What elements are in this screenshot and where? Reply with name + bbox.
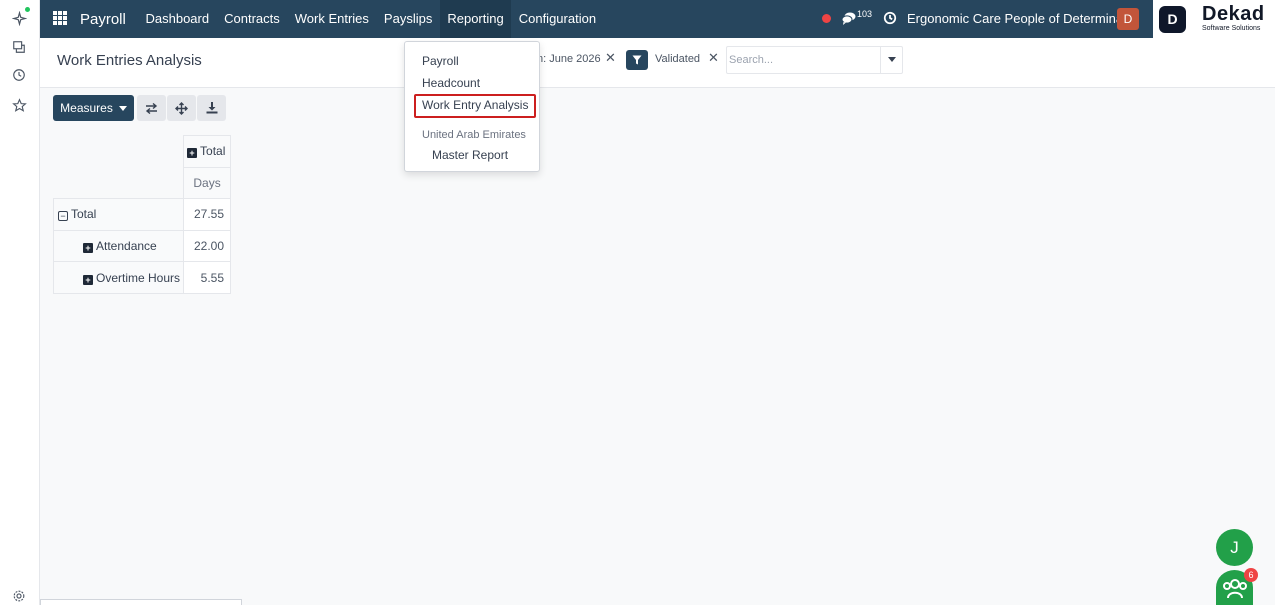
chat-bubble-user[interactable]: J <box>1216 529 1253 566</box>
pivot-row-attendance[interactable]: + Attendance <box>52 229 185 263</box>
menu-dashboard[interactable]: Dashboard <box>138 0 217 38</box>
app-name[interactable]: Payroll <box>80 11 126 28</box>
recording-dot-icon[interactable] <box>822 14 831 23</box>
menu-contracts[interactable]: Contracts <box>217 0 288 38</box>
date-facet: n: June 2026 <box>537 53 601 65</box>
menu-work-entries[interactable]: Work Entries <box>287 0 376 38</box>
app-grid-icon[interactable] <box>53 11 67 25</box>
remove-date-facet-icon[interactable]: ✕ <box>605 50 616 66</box>
row-label: Overtime Hours <box>96 270 181 285</box>
attendance-value-cell[interactable]: 22.00 <box>183 229 232 263</box>
measures-button[interactable]: Measures <box>53 95 134 121</box>
remove-validated-facet-icon[interactable]: ✕ <box>708 50 719 66</box>
expand-plus-icon: + <box>187 148 198 159</box>
chat-count-badge: 103 <box>857 9 873 19</box>
validated-facet: Validated <box>655 53 701 65</box>
row-label: Attendance <box>96 239 157 254</box>
download-button[interactable] <box>197 95 226 121</box>
control-panel: Work Entries Analysis n: June 2026 ✕ Val… <box>40 38 1275 88</box>
menu-payslips[interactable]: Payslips <box>376 0 439 38</box>
inbox-icon[interactable] <box>10 38 28 56</box>
reporting-dropdown: Payroll Headcount Work Entry Analysis Un… <box>404 41 540 172</box>
search-input[interactable] <box>729 48 879 72</box>
search-options-toggle[interactable] <box>880 46 903 74</box>
user-avatar[interactable]: D <box>1117 8 1139 30</box>
col-header-label: Total <box>200 144 226 159</box>
left-rail <box>0 0 40 605</box>
company-switcher[interactable]: Ergonomic Care People of Determina... <box>907 11 1134 26</box>
measure-header[interactable]: Days <box>183 166 232 200</box>
menu-reporting[interactable]: Reporting <box>439 0 512 38</box>
flip-axis-icon <box>145 102 158 114</box>
pivot-table: + Total Days − Total 27.55 + Attendance 22.… <box>52 135 232 294</box>
collapse-minus-icon: − <box>58 211 68 222</box>
pivot-row-total[interactable]: − Total <box>52 198 185 231</box>
brand-mark-icon: D <box>1159 6 1186 33</box>
row-total-label: Total <box>71 207 97 222</box>
main-menu: Dashboard Contracts Work Entries Payslip… <box>138 0 604 38</box>
flip-axis-button[interactable] <box>137 95 166 121</box>
caret-down-icon <box>118 105 127 111</box>
team-icon <box>1222 578 1247 598</box>
online-dot <box>25 7 30 12</box>
brand-name: Dekad <box>1202 3 1265 25</box>
brand-tagline: Software Solutions <box>1202 25 1261 32</box>
activity-clock-icon[interactable] <box>883 11 897 25</box>
team-chat-badge: 6 <box>1244 568 1258 582</box>
expand-all-button[interactable] <box>167 95 196 121</box>
expand-plus-icon: + <box>83 274 93 285</box>
star-icon[interactable] <box>10 96 28 114</box>
measures-label: Measures <box>60 101 113 115</box>
brand-logo: D Dekad Software Solutions <box>1153 0 1275 38</box>
menu-configuration[interactable]: Configuration <box>511 0 603 38</box>
settings-gear-icon[interactable] <box>10 587 28 605</box>
download-icon <box>206 102 217 114</box>
chat-icon[interactable] <box>841 10 857 26</box>
page-title: Work Entries Analysis <box>57 52 202 69</box>
overtime-value-cell[interactable]: 5.55 <box>183 261 232 294</box>
bottom-notification-strip <box>40 599 242 605</box>
top-navbar: Payroll Dashboard Contracts Work Entries… <box>40 0 1275 38</box>
history-icon[interactable] <box>10 66 28 84</box>
expand-all-icon <box>175 101 188 115</box>
dropdown-item-payroll[interactable]: Payroll <box>422 54 459 68</box>
pivot-col-header[interactable]: + Total <box>183 135 232 168</box>
dropdown-item-master-report[interactable]: Master Report <box>432 148 508 162</box>
dropdown-item-work-entry-analysis[interactable]: Work Entry Analysis <box>422 98 528 112</box>
dropdown-section-header: United Arab Emirates <box>422 129 526 141</box>
pivot-row-overtime[interactable]: + Overtime Hours <box>52 261 185 294</box>
total-value-cell[interactable]: 27.55 <box>183 198 232 231</box>
filter-icon <box>626 50 648 70</box>
expand-plus-icon: + <box>83 243 93 254</box>
dropdown-item-headcount[interactable]: Headcount <box>422 76 480 90</box>
